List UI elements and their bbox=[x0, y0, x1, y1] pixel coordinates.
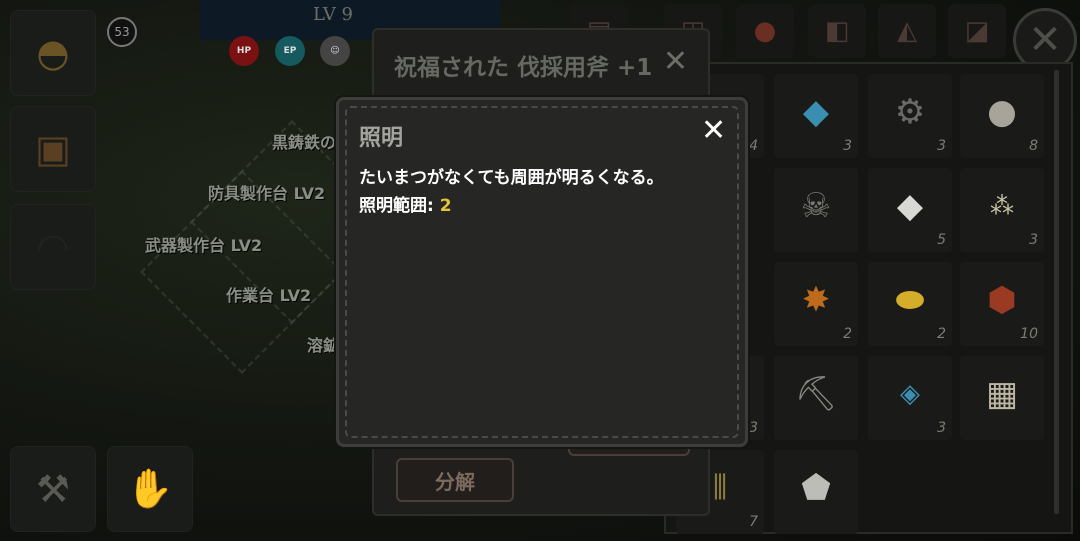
glove-slot[interactable]: ✋ bbox=[107, 446, 193, 532]
gear-icon: ⚙ bbox=[894, 91, 926, 132]
inventory-slot[interactable]: ◆ 5 bbox=[868, 168, 952, 252]
player-level: LV 9 bbox=[313, 4, 353, 25]
inventory-slot[interactable]: ◈ 3 bbox=[868, 356, 952, 440]
inventory-slot[interactable]: ⁂ 3 bbox=[960, 168, 1044, 252]
hp-icon: HP bbox=[229, 36, 259, 66]
weapon-slot[interactable]: ⚒ bbox=[10, 446, 96, 532]
armor-slot[interactable]: ▣ bbox=[10, 106, 96, 192]
map-label-workbench[interactable]: 作業台 LV2 bbox=[226, 282, 311, 306]
axe-icon: ⚒ bbox=[35, 467, 71, 511]
pants-icon: ◠ bbox=[36, 225, 70, 269]
inventory-slot[interactable]: ⬢ 10 bbox=[960, 262, 1044, 346]
tooltip-title: 照明 bbox=[359, 126, 404, 151]
tooltip-border bbox=[345, 106, 739, 438]
inventory-slot[interactable]: ⬬ 2 bbox=[868, 262, 952, 346]
inventory-slot[interactable]: ▦ bbox=[960, 356, 1044, 440]
seeds-icon: ⁂ bbox=[990, 191, 1014, 220]
yellow-ore-icon: ⬬ bbox=[895, 279, 925, 320]
tooltip-stat: 照明範囲: 2 bbox=[359, 191, 452, 216]
close-icon[interactable]: ✕ bbox=[701, 116, 726, 146]
inventory-slot[interactable]: ☠ bbox=[774, 168, 858, 252]
inventory-slot[interactable]: ⛏ bbox=[774, 356, 858, 440]
map-scroll-icon: ▦ bbox=[985, 373, 1019, 414]
player-badge: 53 bbox=[107, 17, 137, 47]
pickaxe-icon: ⛏ bbox=[794, 373, 838, 414]
inventory-slot[interactable]: ⬟ bbox=[774, 450, 858, 534]
tooltip-description: たいまつがなくても周囲が明るくなる。 bbox=[359, 168, 664, 188]
inventory-slot[interactable]: ◆ 3 bbox=[774, 74, 858, 158]
ore-ball-icon: ● bbox=[987, 91, 1017, 132]
map-label-black-iron: 黒鋳鉄の bbox=[272, 133, 337, 152]
stat-value: 2 bbox=[439, 196, 452, 216]
inventory-slot[interactable]: ● 8 bbox=[960, 74, 1044, 158]
tab-button[interactable]: ◪ bbox=[948, 4, 1006, 58]
bone-icon: ☠ bbox=[800, 185, 832, 226]
glove-icon: ✋ bbox=[126, 466, 174, 511]
orange-hide-icon: ✸ bbox=[801, 279, 831, 320]
tunic-icon: ▣ bbox=[35, 127, 71, 171]
helmet-icon: ◓ bbox=[36, 31, 70, 75]
inventory-slot[interactable]: ✸ 2 bbox=[774, 262, 858, 346]
wheat-bundle-icon: ⫴ bbox=[712, 467, 728, 508]
tab-button[interactable]: ◭ bbox=[878, 4, 936, 58]
ep-icon: EP bbox=[275, 36, 305, 66]
tab-icon: ◭ bbox=[897, 16, 917, 46]
grey-rock-icon: ⬟ bbox=[801, 467, 831, 508]
bag-icon: ● bbox=[753, 16, 777, 46]
tab-icon: ◪ bbox=[964, 16, 990, 46]
tab-icon: ◧ bbox=[824, 16, 850, 46]
white-stone-icon: ◆ bbox=[896, 185, 924, 226]
blue-crystal-icon: ◆ bbox=[802, 91, 830, 132]
inventory-slot[interactable]: ⚙ 3 bbox=[868, 74, 952, 158]
helmet-slot[interactable]: ◓ bbox=[10, 10, 96, 96]
disassemble-button[interactable]: 分解 bbox=[396, 458, 514, 502]
map-label-weapon-bench[interactable]: 武器製作台 LV2 bbox=[145, 232, 262, 256]
pants-slot[interactable]: ◠ bbox=[10, 204, 96, 290]
close-icon[interactable]: ✕ bbox=[663, 44, 688, 79]
inventory-scrollbar[interactable] bbox=[1054, 70, 1059, 514]
map-label-furnace[interactable]: 溶鉱 bbox=[307, 332, 339, 356]
item-title: 祝福された 伐採用斧 +1 bbox=[394, 55, 653, 81]
attribute-tooltip: 照明 ✕ たいまつがなくても周囲が明るくなる。 照明範囲: 2 bbox=[336, 97, 748, 447]
tab-button[interactable]: ● bbox=[736, 4, 794, 58]
face-icon: ☺ bbox=[320, 36, 350, 66]
tab-button[interactable]: ◧ bbox=[808, 4, 866, 58]
red-ore-icon: ⬢ bbox=[987, 279, 1017, 320]
map-label-armor-bench[interactable]: 防具製作台 LV2 bbox=[208, 180, 325, 204]
stat-label: 照明範囲: bbox=[359, 196, 434, 216]
game-screen: 黒鋳鉄の 防具製作台 LV2 武器製作台 LV2 作業台 LV2 溶鉱 LV 9… bbox=[0, 0, 1080, 541]
blue-shard-icon: ◈ bbox=[900, 378, 920, 409]
